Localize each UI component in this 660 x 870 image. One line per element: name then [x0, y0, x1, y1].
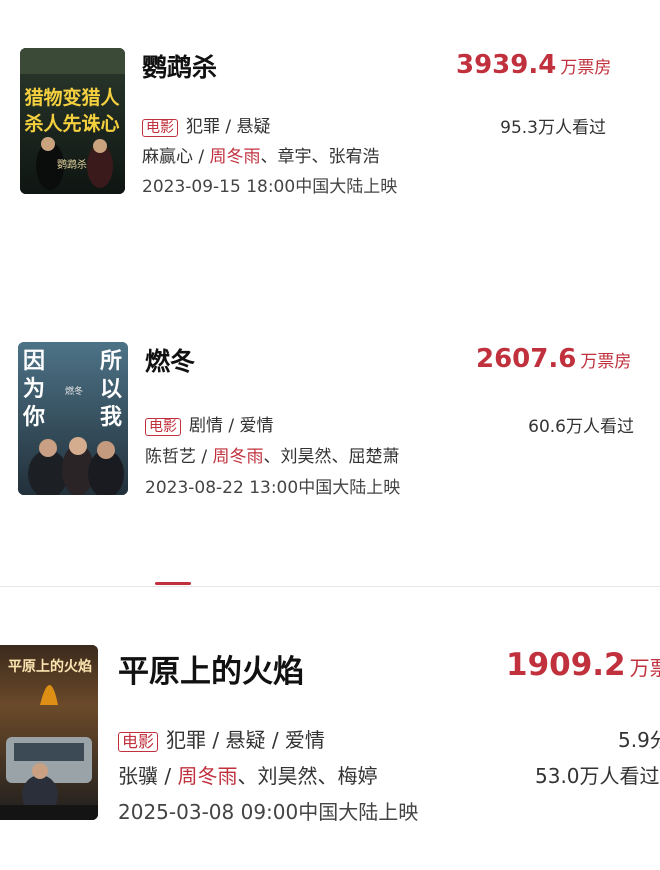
movie-title[interactable]: 平原上的火焰 [118, 646, 304, 691]
poster-slogan-2: 杀人先诛心 [24, 112, 119, 135]
release-date: 2023-08-22 13:00中国大陆上映 [145, 478, 401, 498]
box-office: 2607.6 万票房 [476, 344, 631, 374]
release-date: 2025-03-08 09:00中国大陆上映 [118, 800, 419, 824]
svg-text:平原上的火焰: 平原上的火焰 [8, 658, 92, 675]
movie-poster[interactable]: 平原上的火焰 [0, 645, 98, 820]
movie-poster[interactable]: 因 为 你 所 以 我 燃冬 [18, 342, 128, 495]
type-tag: 电影 [145, 418, 181, 437]
svg-text:所: 所 [100, 348, 122, 374]
views-count: 95.3万人看过 [500, 118, 606, 138]
type-tag: 电影 [118, 732, 159, 753]
svg-text:燃冬: 燃冬 [65, 385, 83, 397]
highlighted-actor[interactable]: 周冬雨 [213, 447, 264, 467]
movie-poster[interactable]: 猎物变猎人 杀人先诛心 鹦鹉杀 [20, 48, 125, 194]
other-actors: 、刘昊然、屈楚萧 [263, 447, 400, 467]
cast-line: 麻赢心 / 周冬雨、章宇、张宥浩 [142, 142, 380, 167]
director: 张骥 / [118, 764, 178, 788]
box-office: 1909.2万票房 [506, 647, 660, 683]
box-office: 3939.4 万票房 [456, 50, 611, 80]
genre-line: 电影 犯罪 / 悬疑 / 爱情 [118, 724, 325, 753]
cast-line: 张骥 / 周冬雨、刘昊然、梅婷 [118, 760, 377, 789]
director: 陈哲艺 / [145, 447, 213, 467]
other-actors: 、刘昊然、梅婷 [237, 764, 378, 788]
svg-text:我: 我 [100, 404, 122, 430]
genres: 犯罪 / 悬疑 [186, 117, 271, 137]
highlighted-actor[interactable]: 周冬雨 [210, 147, 261, 167]
section-divider [0, 586, 660, 587]
active-tab-indicator [155, 582, 191, 585]
views-count: 60.6万人看过 [528, 417, 634, 437]
genres: 剧情 / 爱情 [189, 416, 274, 436]
box-office-value: 3939.4 [456, 50, 557, 80]
box-office-unit: 万票房 [629, 656, 660, 680]
release-date: 2023-09-15 18:00中国大陆上映 [142, 177, 398, 197]
cast-line: 陈哲艺 / 周冬雨、刘昊然、屈楚萧 [145, 442, 400, 467]
box-office-unit: 万票房 [580, 352, 632, 372]
svg-text:为: 为 [23, 376, 45, 402]
other-actors: 、章宇、张宥浩 [260, 147, 380, 167]
svg-text:以: 以 [100, 376, 122, 402]
poster-artwork: 平原上的火焰 [0, 645, 98, 820]
type-tag: 电影 [142, 119, 178, 138]
poster-artwork: 因 为 你 所 以 我 燃冬 [18, 342, 128, 495]
svg-text:你: 你 [22, 404, 45, 430]
director: 麻赢心 / [142, 147, 210, 167]
box-office-unit: 万票房 [560, 58, 612, 78]
svg-text:因: 因 [23, 348, 45, 374]
poster-slogan-1: 猎物变猎人 [24, 86, 120, 109]
highlighted-actor[interactable]: 周冬雨 [177, 764, 237, 788]
genre-line: 电影 剧情 / 爱情 [145, 411, 274, 437]
movie-title[interactable]: 鹦鹉杀 [142, 48, 217, 84]
genre-line: 电影 犯罪 / 悬疑 [142, 112, 271, 138]
poster-artwork: 猎物变猎人 杀人先诛心 鹦鹉杀 [20, 48, 125, 194]
box-office-value: 2607.6 [476, 344, 577, 374]
box-office-value: 1909.2 [506, 647, 626, 683]
movie-title[interactable]: 燃冬 [145, 342, 195, 378]
score: 5.9分 [618, 728, 660, 752]
poster-caption: 鹦鹉杀 [57, 158, 87, 171]
views-count: 53.0万人看过 [535, 764, 660, 788]
genres: 犯罪 / 悬疑 / 爱情 [166, 728, 325, 752]
